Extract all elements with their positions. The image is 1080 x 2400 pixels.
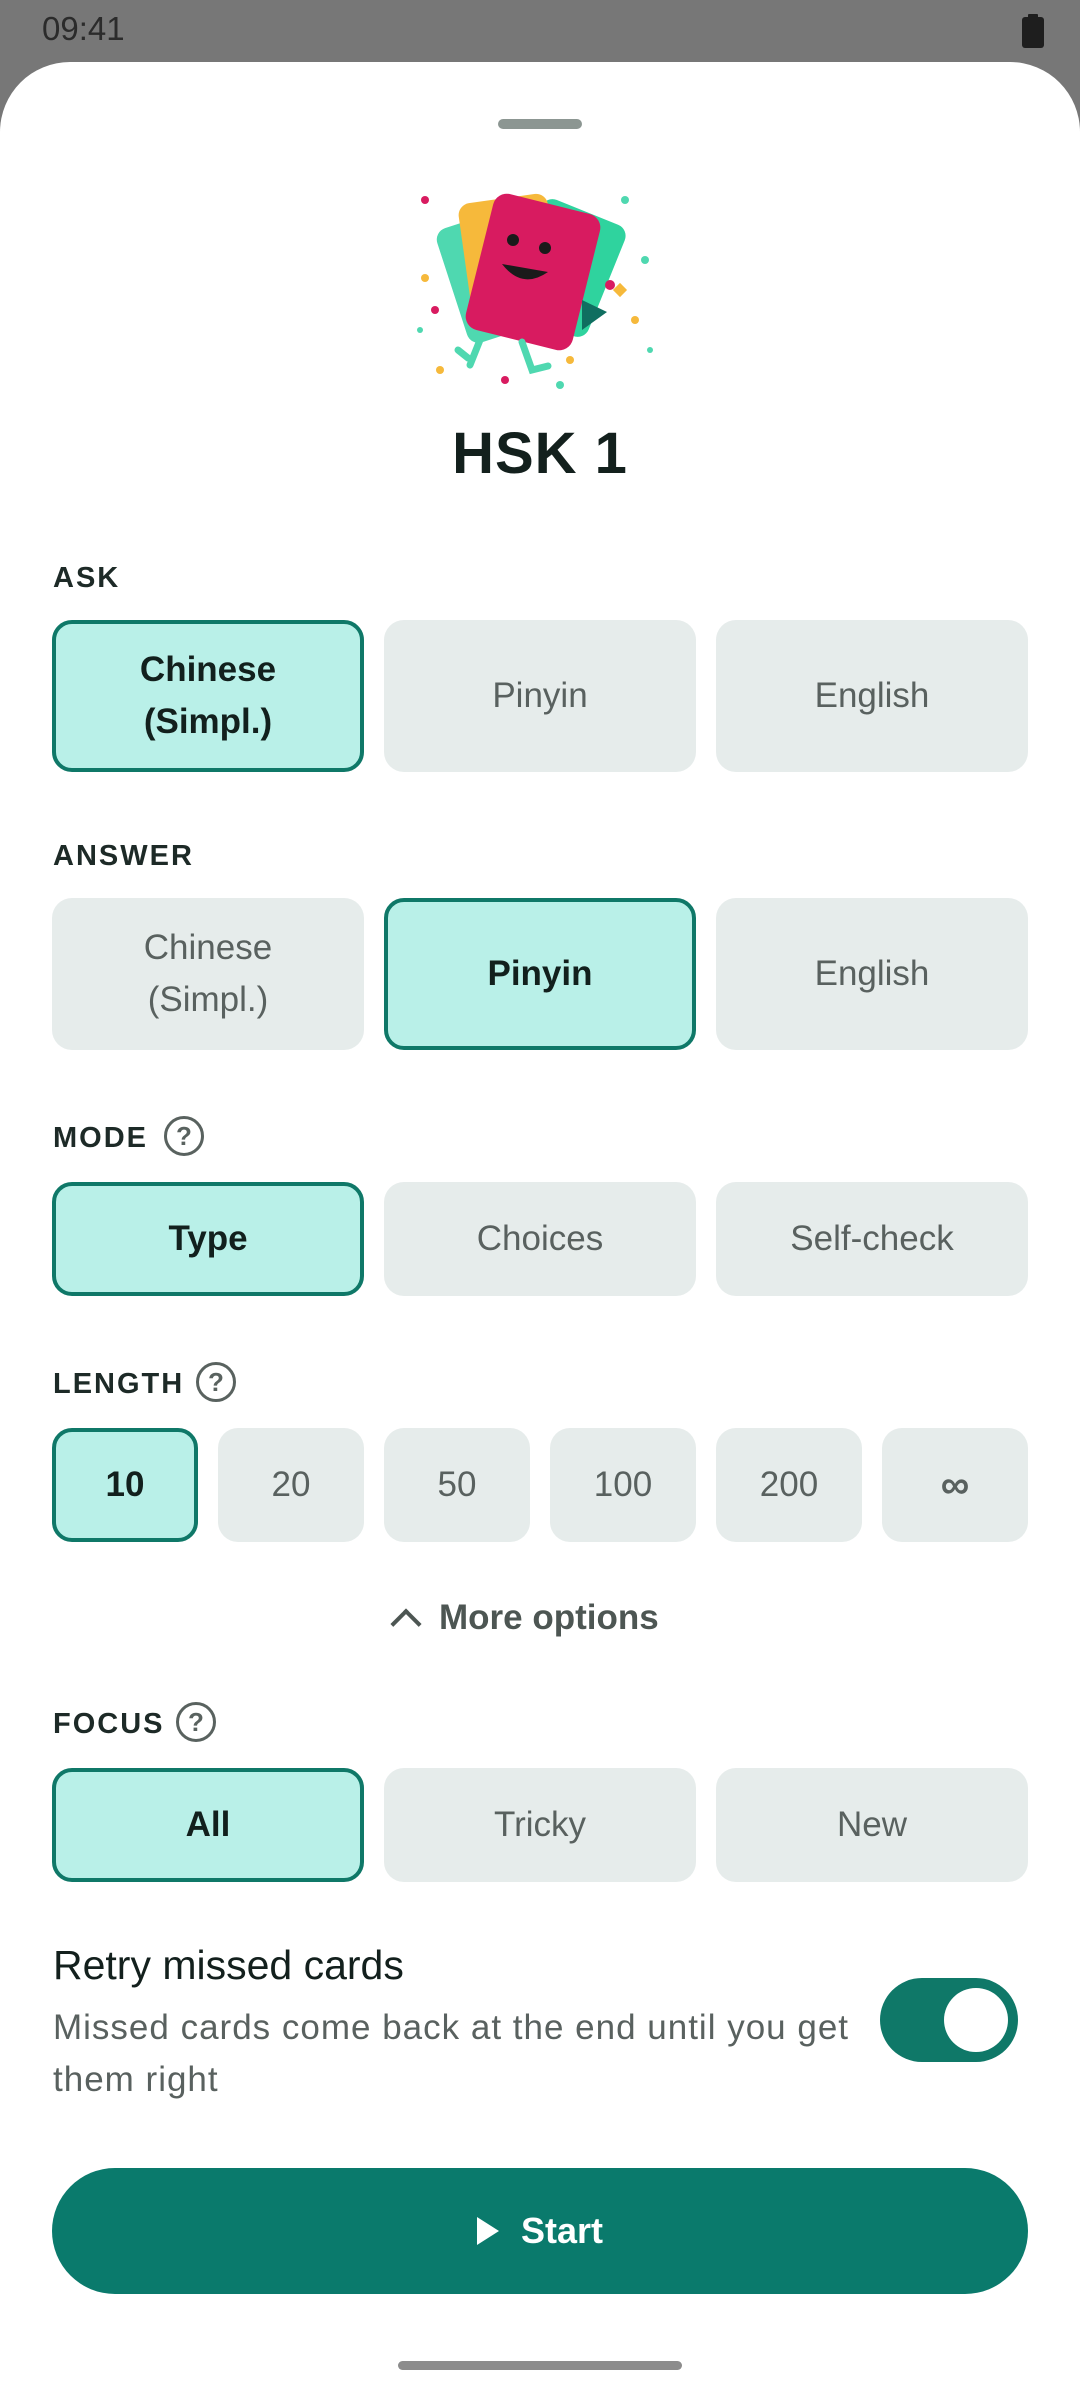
- gesture-nav-bar[interactable]: [398, 2361, 682, 2370]
- flashcards-illustration: [417, 193, 653, 389]
- ask-option-chinese[interactable]: Chinese (Simpl.): [52, 620, 364, 772]
- mode-help-icon[interactable]: ?: [164, 1116, 204, 1156]
- answer-label: ANSWER: [53, 840, 194, 872]
- retry-toggle[interactable]: [880, 1978, 1018, 2062]
- focus-option-new[interactable]: New: [716, 1768, 1028, 1882]
- drag-handle[interactable]: [498, 119, 582, 129]
- battery-icon: [1022, 14, 1044, 48]
- deck-title: HSK 1: [452, 421, 628, 486]
- focus-help-icon[interactable]: ?: [176, 1702, 216, 1742]
- length-option-50[interactable]: 50: [384, 1428, 530, 1542]
- retry-title: Retry missed cards: [53, 1942, 404, 1988]
- ask-option-english[interactable]: English: [716, 620, 1028, 772]
- length-option-infinite[interactable]: ∞: [882, 1428, 1028, 1542]
- ask-option-pinyin[interactable]: Pinyin: [384, 620, 696, 772]
- retry-description: Missed cards come back at the end until …: [53, 2008, 850, 2099]
- mode-option-choices[interactable]: Choices: [384, 1182, 696, 1296]
- focus-option-all[interactable]: All: [52, 1768, 364, 1882]
- play-icon: [476, 2217, 499, 2245]
- answer-option-chinese[interactable]: Chinese (Simpl.): [52, 898, 364, 1050]
- length-option-20[interactable]: 20: [218, 1428, 364, 1542]
- mode-option-self-check[interactable]: Self-check: [716, 1182, 1028, 1296]
- more-options-label: More options: [439, 1598, 659, 1637]
- toggle-knob: [944, 1988, 1008, 2052]
- status-bar: 09:41: [0, 0, 1080, 62]
- start-label: Start: [520, 2210, 604, 2251]
- length-option-200[interactable]: 200: [716, 1428, 862, 1542]
- focus-option-tricky[interactable]: Tricky: [384, 1768, 696, 1882]
- length-help-icon[interactable]: ?: [196, 1362, 236, 1402]
- ask-label: ASK: [53, 562, 121, 594]
- mode-option-type[interactable]: Type: [52, 1182, 364, 1296]
- length-label: LENGTH: [53, 1368, 185, 1400]
- answer-option-english[interactable]: English: [716, 898, 1028, 1050]
- focus-label: FOCUS: [53, 1708, 165, 1740]
- mode-label: MODE: [53, 1122, 148, 1154]
- length-option-10[interactable]: 10: [52, 1428, 198, 1542]
- start-button[interactable]: Start: [52, 2168, 1028, 2294]
- answer-option-pinyin[interactable]: Pinyin: [384, 898, 696, 1050]
- length-option-100[interactable]: 100: [550, 1428, 696, 1542]
- more-options-button[interactable]: More options: [390, 1590, 695, 1646]
- status-time: 09:41: [42, 10, 125, 47]
- chevron-up-icon: [390, 1608, 422, 1640]
